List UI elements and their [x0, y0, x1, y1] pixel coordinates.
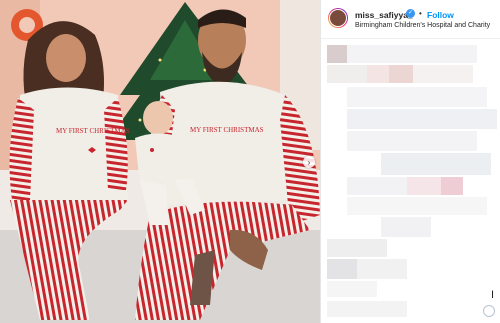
post-photo: MY FIRST CHRISTMAS MY FIRST CHRISTMAS › [0, 0, 320, 323]
location-link[interactable]: Birmingham Children's Hospital and Chari… [355, 22, 490, 29]
comments-area-pixelated: I [321, 39, 500, 323]
avatar[interactable] [328, 8, 348, 28]
verified-badge-icon: ✓ [406, 9, 415, 18]
svg-text:MY FIRST CHRISTMAS: MY FIRST CHRISTMAS [190, 126, 264, 134]
svg-text:MY FIRST CHRISTMAS: MY FIRST CHRISTMAS [56, 127, 130, 135]
username-link[interactable]: miss_safiyya_ [355, 10, 413, 20]
follow-button[interactable]: Follow [427, 10, 454, 20]
separator-dot: • [419, 9, 422, 18]
post-header: miss_safiyya_ ✓ • Follow Birmingham Chil… [321, 0, 500, 39]
post-side-panel: miss_safiyya_ ✓ • Follow Birmingham Chil… [320, 0, 500, 323]
chevron-right-icon: › [307, 157, 311, 167]
next-photo-button[interactable]: › [303, 156, 315, 168]
emoji-icon[interactable] [483, 305, 495, 317]
text-cursor-icon: I [491, 289, 495, 301]
family-christmas-photo: MY FIRST CHRISTMAS MY FIRST CHRISTMAS [0, 0, 320, 323]
